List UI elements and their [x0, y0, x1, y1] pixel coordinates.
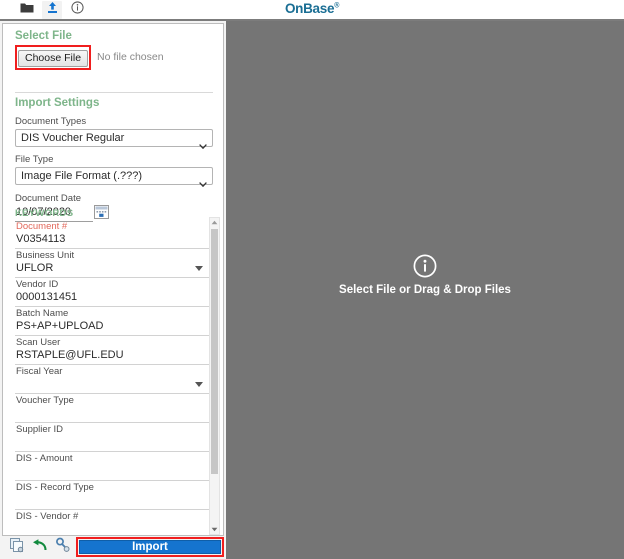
keyword-field[interactable]: Voucher Type — [15, 394, 211, 423]
import-settings-heading: Import Settings — [15, 97, 100, 109]
chevron-down-icon[interactable] — [195, 266, 203, 271]
file-status-text: No file chosen — [97, 51, 164, 63]
keyword-value: PS+AP+UPLOAD — [16, 320, 104, 332]
keyword-label: Fiscal Year — [16, 366, 63, 377]
scroll-down-icon[interactable] — [210, 525, 219, 534]
select-file-heading: Select File — [15, 30, 72, 42]
keyword-label: Document # — [16, 221, 68, 232]
undo-icon-button[interactable] — [31, 538, 48, 557]
undo-icon — [32, 538, 48, 557]
copy-keywords-icon-button[interactable] — [8, 537, 25, 558]
document-viewer[interactable]: Select File or Drag & Drop Files — [226, 21, 624, 559]
scrollbar-thumb[interactable] — [211, 229, 218, 474]
viewer-placeholder: Select File or Drag & Drop Files — [339, 254, 511, 296]
file-type-field: File Type Image File Format (.???) — [15, 154, 213, 188]
chevron-down-icon — [199, 136, 207, 150]
keyword-label: Scan User — [16, 337, 61, 348]
keyword-field[interactable]: Business Unit UFLOR — [15, 249, 211, 278]
file-type-label: File Type — [15, 154, 54, 165]
keyword-field[interactable]: DIS - Vendor # — [15, 510, 211, 535]
keyword-label: Business Unit — [16, 250, 75, 261]
keywords-heading: KEYWORDS — [15, 208, 74, 219]
keyword-field[interactable]: DIS - Amount — [15, 452, 211, 481]
import-button-highlight: Import — [76, 537, 224, 557]
import-settings-section: Import Settings Document Types DIS Vouch… — [15, 97, 213, 222]
file-type-select[interactable]: Image File Format (.???) — [15, 167, 213, 188]
chevron-down-icon — [199, 174, 207, 188]
choose-file-highlight: Choose File — [15, 44, 92, 70]
keyword-label: DIS - Vendor # — [16, 511, 79, 522]
keyword-label: Voucher Type — [16, 395, 74, 406]
choose-file-row: Choose File No file chosen — [15, 44, 213, 70]
keyword-label: DIS - Record Type — [16, 482, 94, 493]
document-types-field: Document Types DIS Voucher Regular — [15, 116, 213, 150]
keyword-field[interactable]: Fiscal Year — [15, 365, 211, 394]
viewer-message: Select File or Drag & Drop Files — [339, 284, 511, 296]
import-button[interactable]: Import — [79, 540, 221, 554]
logo-trademark: ® — [334, 2, 340, 10]
keyword-field[interactable]: Scan User RSTAPLE@UFL.EDU — [15, 336, 211, 365]
document-types-select[interactable]: DIS Voucher Regular — [15, 129, 213, 150]
keyword-label: DIS - Amount — [16, 453, 73, 464]
form-action-bar: Import — [2, 537, 224, 557]
keyword-value: 0000131451 — [16, 291, 78, 303]
keyword-value: UFLOR — [16, 262, 54, 274]
keyword-field[interactable]: DIS - Record Type — [15, 481, 211, 510]
keyword-value: RSTAPLE@UFL.EDU — [16, 349, 124, 361]
keyword-field[interactable]: Batch Name PS+AP+UPLOAD — [15, 307, 211, 336]
document-date-label: Document Date — [15, 193, 82, 204]
onbase-logo: OnBase® — [284, 1, 340, 16]
section-divider — [15, 92, 213, 93]
keyword-label: Supplier ID — [16, 424, 63, 435]
chevron-down-icon[interactable] — [195, 382, 203, 387]
select-file-section: Select File Choose File No file chosen — [15, 30, 213, 70]
window-toolbar: OnBase® — [0, 0, 624, 21]
keyword-field[interactable]: Document # V0354113 — [15, 220, 211, 249]
keyword-value: V0354113 — [16, 233, 66, 245]
import-form-panel: Select File Choose File No file chosen I… — [0, 21, 226, 559]
keywords-list: Document # V0354113 Business Unit UFLOR Vend… — [15, 220, 211, 535]
keyword-field[interactable]: Vendor ID 0000131451 — [15, 278, 211, 307]
keyword-field[interactable]: Supplier ID — [15, 423, 211, 452]
info-circle-icon — [413, 254, 437, 278]
main-content: Select File Choose File No file chosen I… — [0, 21, 624, 559]
keyset-icon — [55, 537, 71, 558]
keywords-scrollbar[interactable] — [209, 217, 220, 535]
document-types-label: Document Types — [15, 116, 87, 127]
import-form-body: Select File Choose File No file chosen I… — [2, 23, 224, 536]
keyword-label: Vendor ID — [16, 279, 59, 290]
keyword-label: Batch Name — [16, 308, 69, 319]
keyset-icon-button[interactable] — [54, 537, 71, 558]
choose-file-button[interactable]: Choose File — [18, 49, 89, 67]
scroll-up-icon[interactable] — [210, 218, 219, 227]
onbase-import-window: OnBase® Select File Choose File No file … — [0, 0, 624, 559]
calendar-icon[interactable] — [94, 204, 109, 219]
document-types-value: DIS Voucher Regular — [21, 132, 125, 144]
file-type-value: Image File Format (.???) — [21, 170, 143, 182]
form-action-icons — [8, 537, 71, 558]
copy-keywords-icon — [9, 537, 25, 558]
